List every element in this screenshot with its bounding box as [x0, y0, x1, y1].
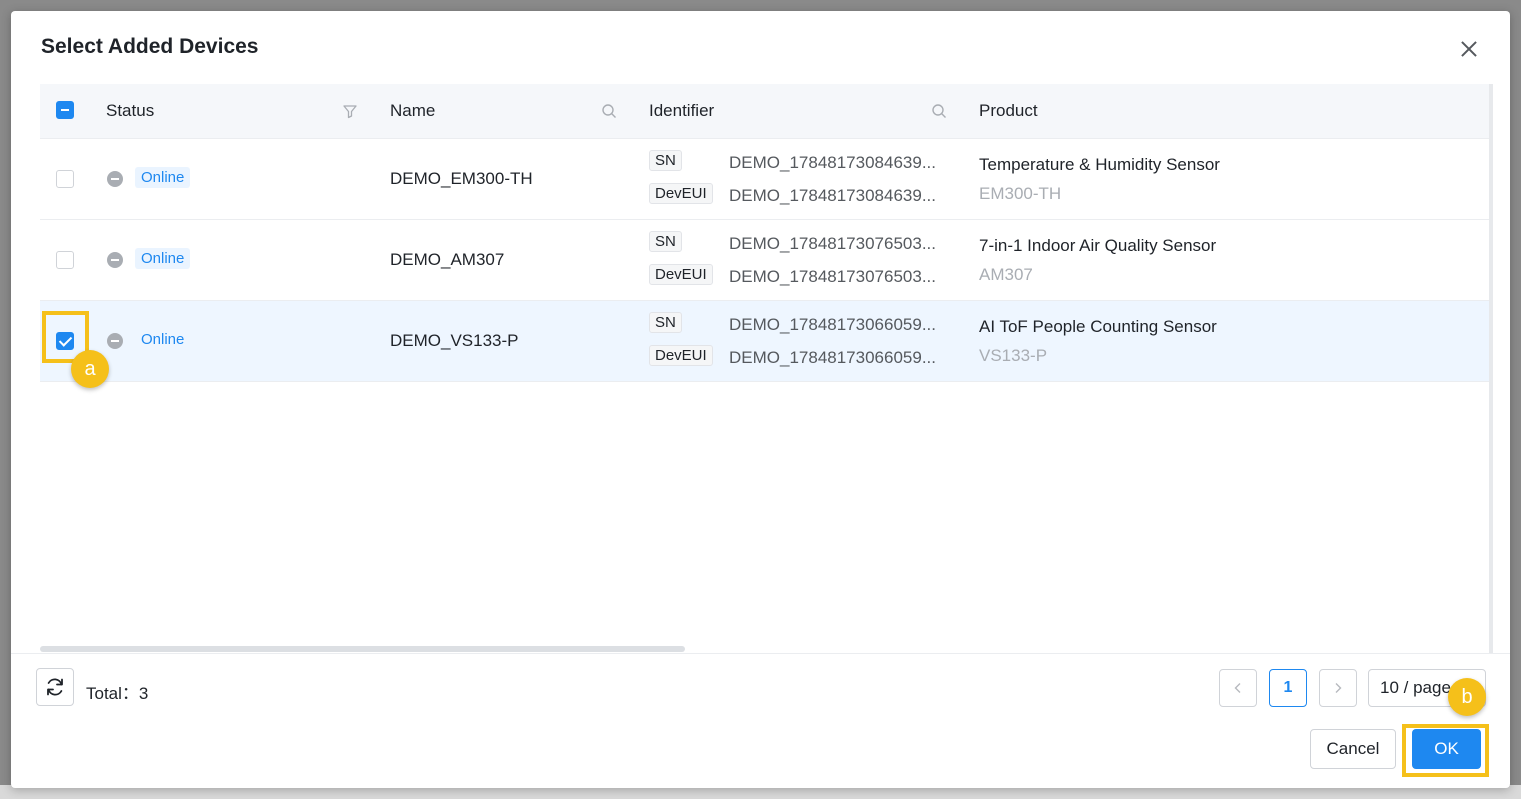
page-1-button[interactable]: 1 [1269, 669, 1307, 707]
chevron-right-icon [1335, 683, 1342, 693]
sn-value: DEMO_17848173066059... [729, 315, 936, 334]
column-identifier: Identifier [649, 101, 715, 120]
vertical-scrollbar[interactable] [1489, 84, 1493, 654]
refresh-button[interactable] [36, 668, 74, 706]
deveui-value: DEMO_17848173084639... [729, 186, 936, 205]
column-status: Status [106, 101, 155, 120]
status-minus-icon [107, 171, 123, 187]
horizontal-scrollbar[interactable] [40, 646, 685, 652]
table-row[interactable]: Online DEMO_AM307 SN DEMO_17848173076503… [40, 220, 1489, 301]
sn-tag: SN [649, 150, 682, 171]
deveui-value: DEMO_17848173076503... [729, 267, 936, 286]
sn-tag: SN [649, 231, 682, 252]
row-checkbox[interactable] [56, 170, 74, 188]
close-icon[interactable] [1457, 37, 1481, 61]
total-count: Total：3 [86, 684, 149, 703]
sn-value: DEMO_17848173084639... [729, 153, 936, 172]
search-icon[interactable] [931, 103, 947, 119]
deveui-tag: DevEUI [649, 183, 713, 204]
status-minus-icon [107, 252, 123, 268]
sn-value: DEMO_17848173076503... [729, 234, 936, 253]
next-page-button[interactable] [1319, 669, 1357, 707]
deveui-tag: DevEUI [649, 345, 713, 366]
sn-tag: SN [649, 312, 682, 333]
table-row[interactable]: Online DEMO_EM300-TH SN DEMO_17848173084… [40, 139, 1489, 220]
search-icon[interactable] [601, 103, 617, 119]
status-minus-icon [107, 333, 123, 349]
product-model: VS133-P [979, 346, 1048, 365]
dialog-title: Select Added Devices [41, 35, 259, 58]
status-badge: Online [135, 167, 191, 188]
deveui-value: DEMO_17848173066059... [729, 348, 936, 367]
table-row[interactable]: Online DEMO_VS133-P SN DEMO_178481730660… [40, 301, 1489, 382]
callout-a: a [71, 350, 109, 388]
highlight-ok-button [1402, 724, 1489, 777]
refresh-icon [47, 678, 63, 696]
select-devices-dialog: Select Added Devices Status Name Identif… [11, 11, 1510, 788]
column-name: Name [390, 101, 436, 120]
select-all-checkbox[interactable] [56, 101, 74, 119]
cancel-button[interactable]: Cancel [1310, 729, 1396, 769]
devices-table: Status Name Identifier Product Online DE… [40, 84, 1489, 654]
filter-icon[interactable] [342, 103, 358, 119]
table-header: Status Name Identifier Product [40, 84, 1489, 139]
device-name: DEMO_EM300-TH [390, 169, 533, 188]
chevron-left-icon [1234, 683, 1241, 693]
product-name: 7-in-1 Indoor Air Quality Sensor [979, 236, 1217, 255]
footer-divider [11, 653, 1510, 654]
status-badge: Online [135, 248, 191, 269]
product-name: Temperature & Humidity Sensor [979, 155, 1220, 174]
status-badge: Online [141, 331, 185, 348]
product-name: AI ToF People Counting Sensor [979, 317, 1217, 336]
column-product: Product [979, 101, 1038, 120]
device-name: DEMO_VS133-P [390, 331, 519, 350]
device-name: DEMO_AM307 [390, 250, 505, 269]
product-model: EM300-TH [979, 184, 1062, 203]
deveui-tag: DevEUI [649, 264, 713, 285]
product-model: AM307 [979, 265, 1033, 284]
callout-b: b [1448, 678, 1486, 716]
prev-page-button[interactable] [1219, 669, 1257, 707]
row-checkbox[interactable] [56, 251, 74, 269]
